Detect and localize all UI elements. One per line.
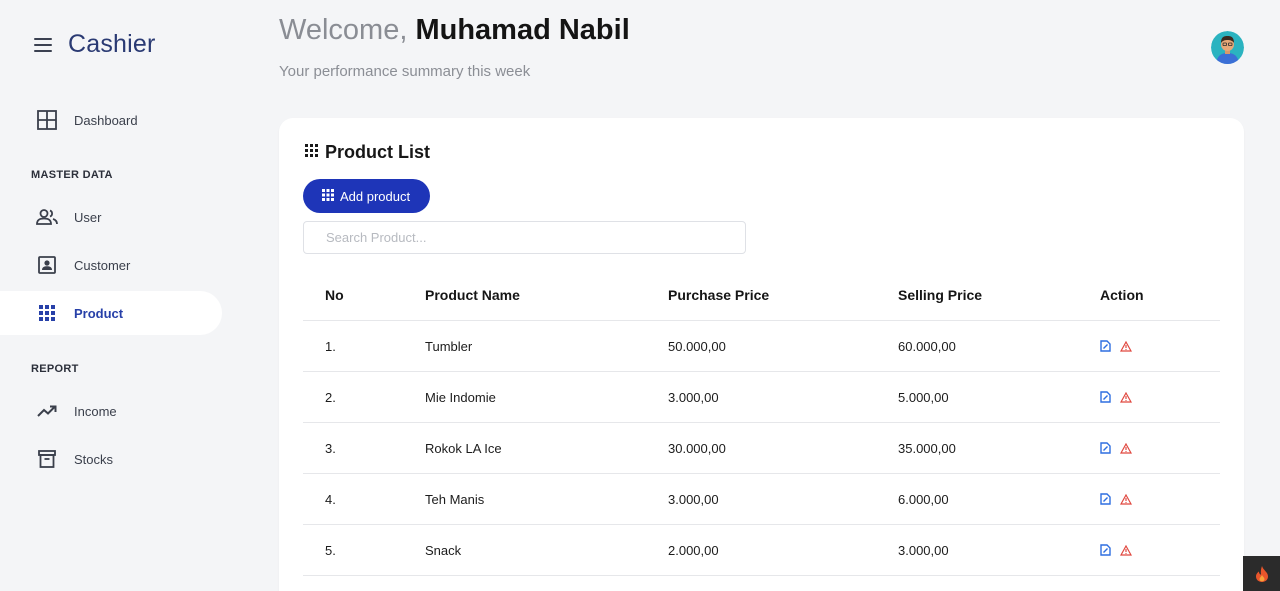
column-header-selling-price: Selling Price [898, 287, 983, 303]
cell-selling-price: 3.000,00 [898, 542, 949, 558]
customer-icon [36, 254, 58, 276]
row-actions [1100, 525, 1132, 575]
welcome-heading: Welcome, Muhamad Nabil [279, 14, 630, 47]
sidebar-item-dashboard[interactable]: Dashboard [0, 98, 222, 142]
cell-selling-price: 6.000,00 [898, 491, 949, 507]
table-row: 1. Tumbler 50.000,00 60.000,00 [303, 321, 1220, 372]
edit-icon[interactable] [1100, 493, 1111, 505]
app-title: Cashier [68, 30, 156, 58]
user-name: Muhamad Nabil [415, 14, 630, 46]
table-header-row: No Product Name Purchase Price Selling P… [303, 270, 1220, 321]
edit-icon[interactable] [1100, 391, 1111, 403]
cell-product-name: Rokok LA Ice [425, 440, 502, 456]
sidebar-item-stocks[interactable]: Stocks [0, 437, 222, 481]
sidebar-item-label: Stocks [74, 451, 114, 467]
cell-product-name: Teh Manis [425, 491, 485, 507]
avatar[interactable] [1211, 31, 1244, 64]
welcome-prefix: Welcome, [279, 14, 408, 46]
search-input[interactable] [303, 221, 746, 254]
trending-up-icon [36, 400, 58, 422]
page-subtitle: Your performance summary this week [279, 63, 531, 80]
sidebar-item-label: Income [74, 403, 117, 419]
sidebar-item-label: Product [74, 305, 124, 321]
add-product-label: Add product [340, 188, 411, 204]
flame-icon[interactable] [1243, 556, 1280, 591]
archive-icon [36, 448, 58, 470]
cell-purchase-price: 3.000,00 [668, 389, 719, 405]
cell-selling-price: 5.000,00 [898, 389, 949, 405]
section-label-report: REPORT [31, 363, 79, 375]
column-header-no: No [325, 287, 344, 303]
sidebar-item-label: Customer [74, 257, 131, 273]
delete-icon[interactable] [1120, 340, 1132, 352]
sidebar-item-label: Dashboard [74, 112, 138, 128]
product-table: No Product Name Purchase Price Selling P… [303, 270, 1220, 576]
add-product-button[interactable]: Add product [303, 179, 430, 213]
sidebar: Cashier Dashboard MASTER DATA User Custo… [0, 0, 240, 591]
brand: Cashier [34, 30, 156, 59]
section-label-master-data: MASTER DATA [31, 169, 113, 181]
sidebar-item-label: User [74, 209, 102, 225]
edit-icon[interactable] [1100, 544, 1111, 556]
table-row: 3. Rokok LA Ice 30.000,00 35.000,00 [303, 423, 1220, 474]
table-row: 4. Teh Manis 3.000,00 6.000,00 [303, 474, 1220, 525]
sidebar-item-product[interactable]: Product [0, 291, 222, 335]
sidebar-item-income[interactable]: Income [0, 389, 222, 433]
sidebar-item-customer[interactable]: Customer [0, 243, 222, 287]
row-actions [1100, 474, 1132, 524]
table-row: 2. Mie Indomie 3.000,00 5.000,00 [303, 372, 1220, 423]
menu-icon[interactable] [34, 37, 52, 52]
cell-product-name: Mie Indomie [425, 389, 496, 405]
delete-icon[interactable] [1120, 442, 1132, 454]
cell-no: 2. [325, 389, 336, 405]
cell-no: 4. [325, 491, 336, 507]
grid-icon [322, 188, 334, 204]
row-actions [1100, 423, 1132, 473]
cell-purchase-price: 50.000,00 [668, 338, 726, 354]
dashboard-icon [36, 109, 58, 131]
cell-product-name: Tumbler [425, 338, 473, 354]
grid-icon [305, 143, 318, 162]
grid-icon [36, 302, 58, 324]
cell-purchase-price: 2.000,00 [668, 542, 719, 558]
cell-purchase-price: 30.000,00 [668, 440, 726, 456]
cell-selling-price: 35.000,00 [898, 440, 956, 456]
column-header-product-name: Product Name [425, 287, 520, 303]
delete-icon[interactable] [1120, 391, 1132, 403]
cell-purchase-price: 3.000,00 [668, 491, 719, 507]
cell-no: 1. [325, 338, 336, 354]
cell-selling-price: 60.000,00 [898, 338, 956, 354]
cell-no: 3. [325, 440, 336, 456]
sidebar-item-user[interactable]: User [0, 195, 222, 239]
delete-icon[interactable] [1120, 493, 1132, 505]
users-icon [36, 206, 58, 228]
row-actions [1100, 321, 1132, 371]
edit-icon[interactable] [1100, 340, 1111, 352]
cell-no: 5. [325, 542, 336, 558]
column-header-purchase-price: Purchase Price [668, 287, 770, 303]
product-list-card: Product List Add product No Product Name… [279, 118, 1244, 591]
edit-icon[interactable] [1100, 442, 1111, 454]
cell-product-name: Snack [425, 542, 462, 558]
card-title: Product List [305, 142, 430, 163]
table-row: 5. Snack 2.000,00 3.000,00 [303, 525, 1220, 576]
column-header-action: Action [1100, 287, 1144, 303]
row-actions [1100, 372, 1132, 422]
delete-icon[interactable] [1120, 544, 1132, 556]
card-title-text: Product List [325, 142, 431, 162]
